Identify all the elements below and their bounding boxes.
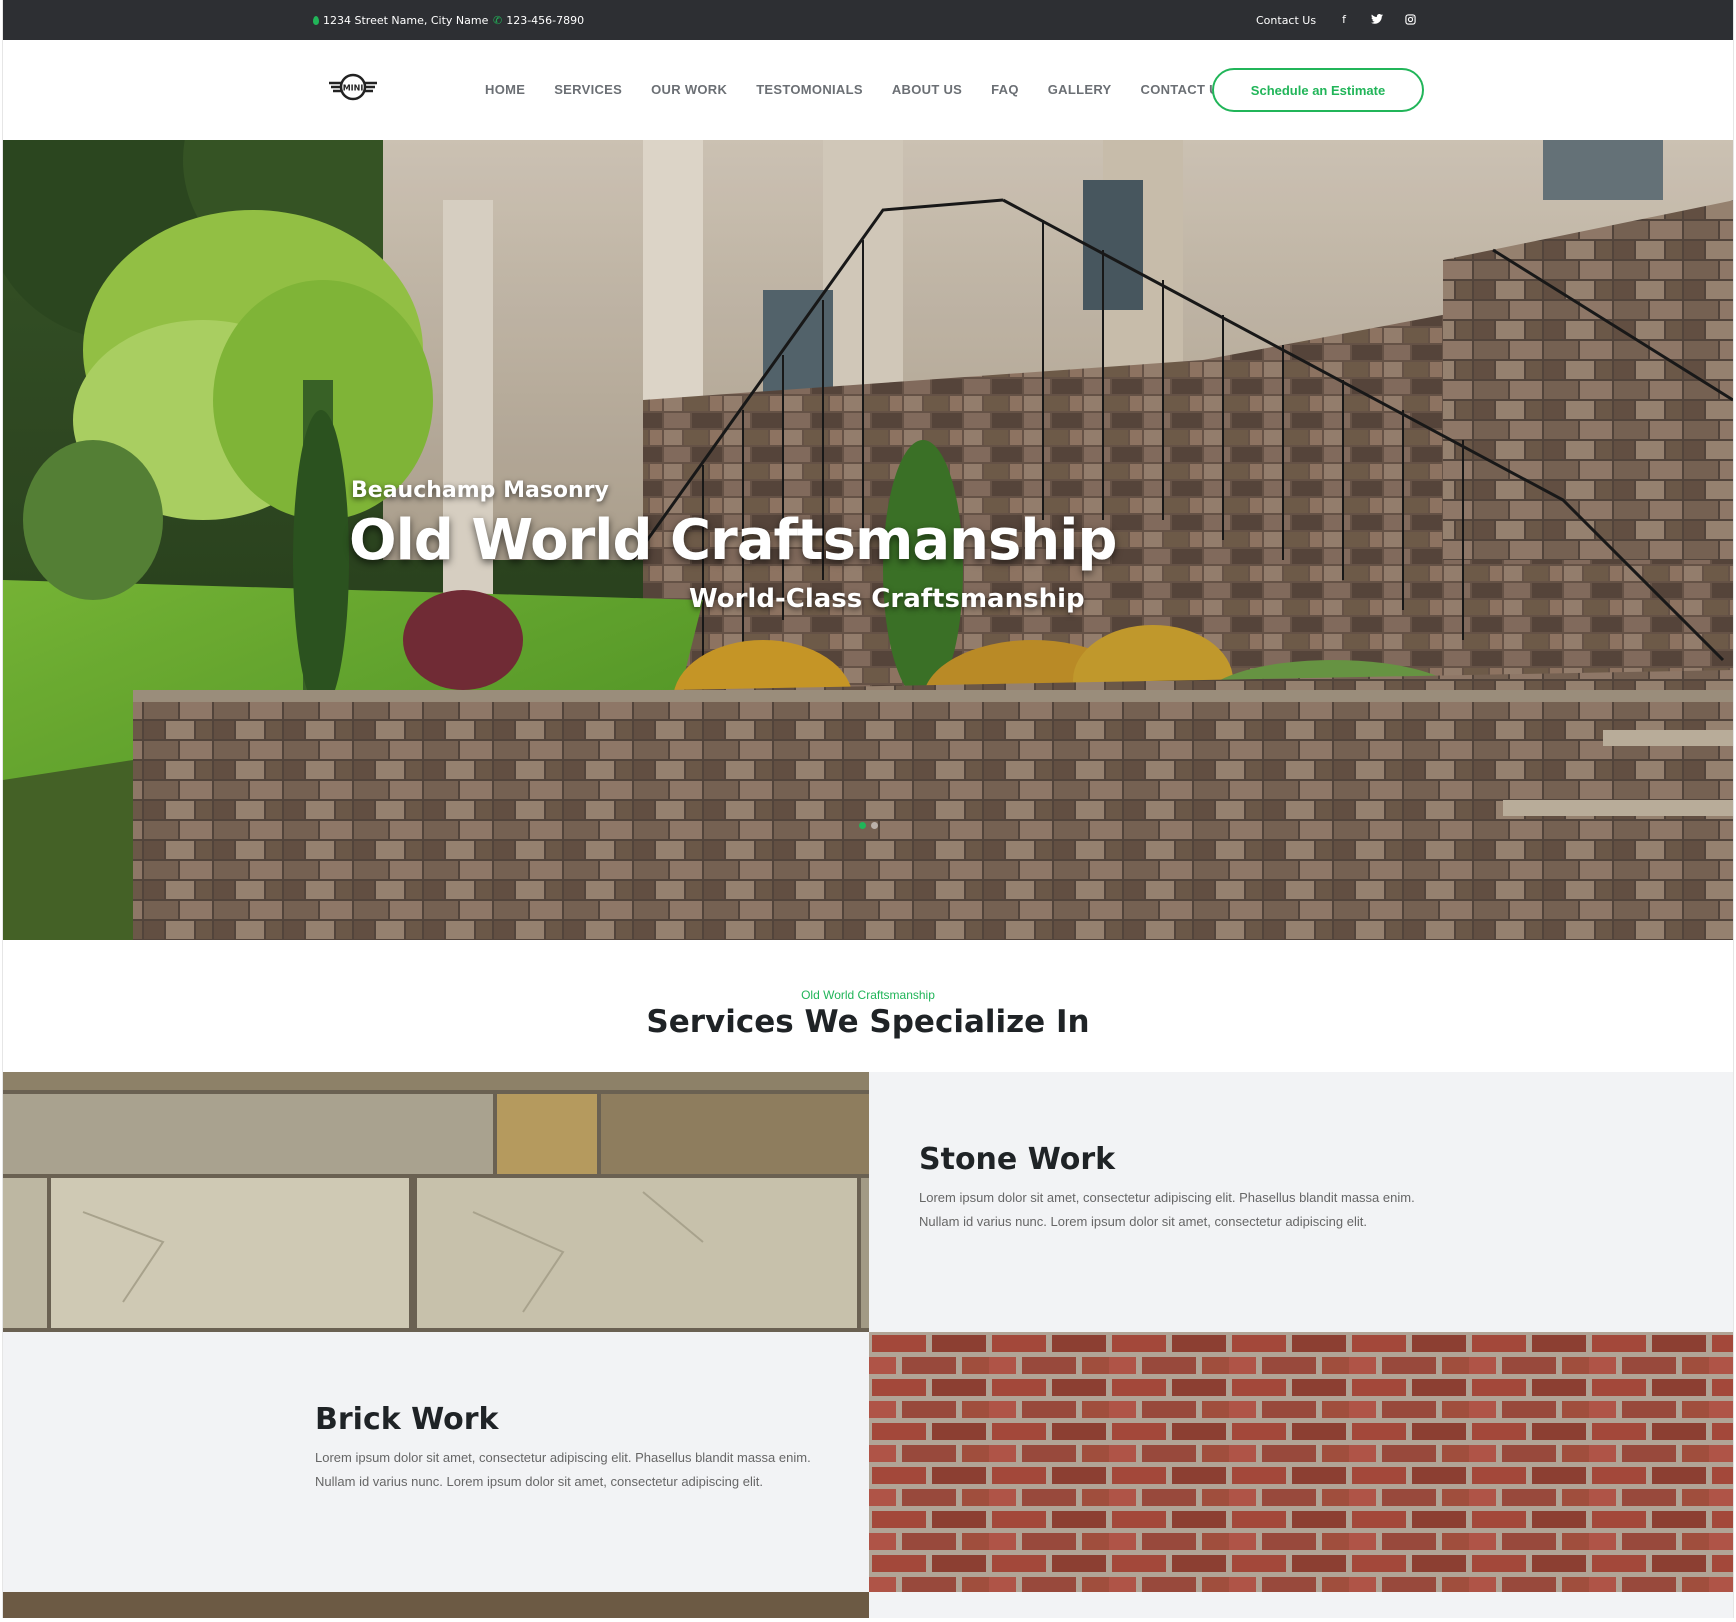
hero-slider: Beauchamp Masonry Old World Craftsmanshi… xyxy=(3,140,1733,940)
nav-item-home[interactable]: HOME xyxy=(485,82,525,97)
nav-item-our-work[interactable]: OUR WORK xyxy=(651,82,727,97)
schedule-estimate-button[interactable]: Schedule an Estimate xyxy=(1212,68,1424,112)
service-row-stone: Stone Work Lorem ipsum dolor sit amet, c… xyxy=(3,1072,1733,1332)
nav-item-faq[interactable]: FAQ xyxy=(991,82,1019,97)
twitter-icon[interactable] xyxy=(1370,12,1384,26)
nav-menu: HOME SERVICES OUR WORK TESTOMONIALS ABOU… xyxy=(485,82,1257,97)
slider-dot-2[interactable] xyxy=(871,822,878,829)
service-row-brick: Brick Work Lorem ipsum dolor sit amet, c… xyxy=(3,1332,1733,1592)
top-bar: 1234 Street Name, City Name ✆ 123-456-78… xyxy=(3,0,1733,40)
next-service-panel xyxy=(869,1592,1733,1618)
nav-item-about-us[interactable]: ABOUT US xyxy=(892,82,962,97)
contact-us-link[interactable]: Contact Us xyxy=(1256,14,1316,27)
nav-item-services[interactable]: SERVICES xyxy=(554,82,622,97)
stone-work-title: Stone Work xyxy=(919,1142,1116,1177)
nav-item-testimonials[interactable]: TESTOMONIALS xyxy=(756,82,863,97)
brick-work-title: Brick Work xyxy=(315,1402,499,1437)
brick-work-description: Lorem ipsum dolor sit amet, consectetur … xyxy=(315,1450,811,1489)
stone-work-panel: Stone Work Lorem ipsum dolor sit amet, c… xyxy=(869,1072,1733,1332)
logo[interactable]: MINI xyxy=(327,72,379,102)
address-text: 1234 Street Name, City Name xyxy=(323,14,489,27)
slider-dot-1[interactable] xyxy=(859,822,866,829)
section-eyebrow: Old World Craftsmanship xyxy=(801,988,935,1002)
hero-title: Old World Craftsmanship xyxy=(349,508,1117,573)
nav-item-gallery[interactable]: GALLERY xyxy=(1048,82,1112,97)
svg-text:MINI: MINI xyxy=(343,84,364,93)
instagram-icon[interactable] xyxy=(1403,12,1417,26)
brick-work-image xyxy=(869,1332,1733,1592)
hero-eyebrow: Beauchamp Masonry xyxy=(351,478,609,503)
map-pin-icon xyxy=(313,16,319,25)
section-title: Services We Specialize In xyxy=(646,1004,1090,1040)
slider-dots xyxy=(859,822,878,829)
stone-work-description: Lorem ipsum dolor sit amet, consectetur … xyxy=(919,1190,1415,1229)
facebook-icon[interactable]: f xyxy=(1337,12,1351,26)
address-item: 1234 Street Name, City Name xyxy=(313,14,488,27)
stone-work-image xyxy=(3,1072,869,1332)
page: 1234 Street Name, City Name ✆ 123-456-78… xyxy=(2,0,1734,1618)
hero-subtitle: World-Class Craftsmanship xyxy=(689,584,1085,614)
phone-text[interactable]: 123-456-7890 xyxy=(506,14,584,27)
brick-work-panel: Brick Work Lorem ipsum dolor sit amet, c… xyxy=(3,1332,869,1592)
phone-icon: ✆ xyxy=(493,14,503,27)
main-navigation: MINI HOME SERVICES OUR WORK TESTOMONIALS… xyxy=(3,40,1733,140)
phone-item[interactable]: ✆ 123-456-7890 xyxy=(493,14,584,27)
next-service-image xyxy=(3,1592,869,1618)
